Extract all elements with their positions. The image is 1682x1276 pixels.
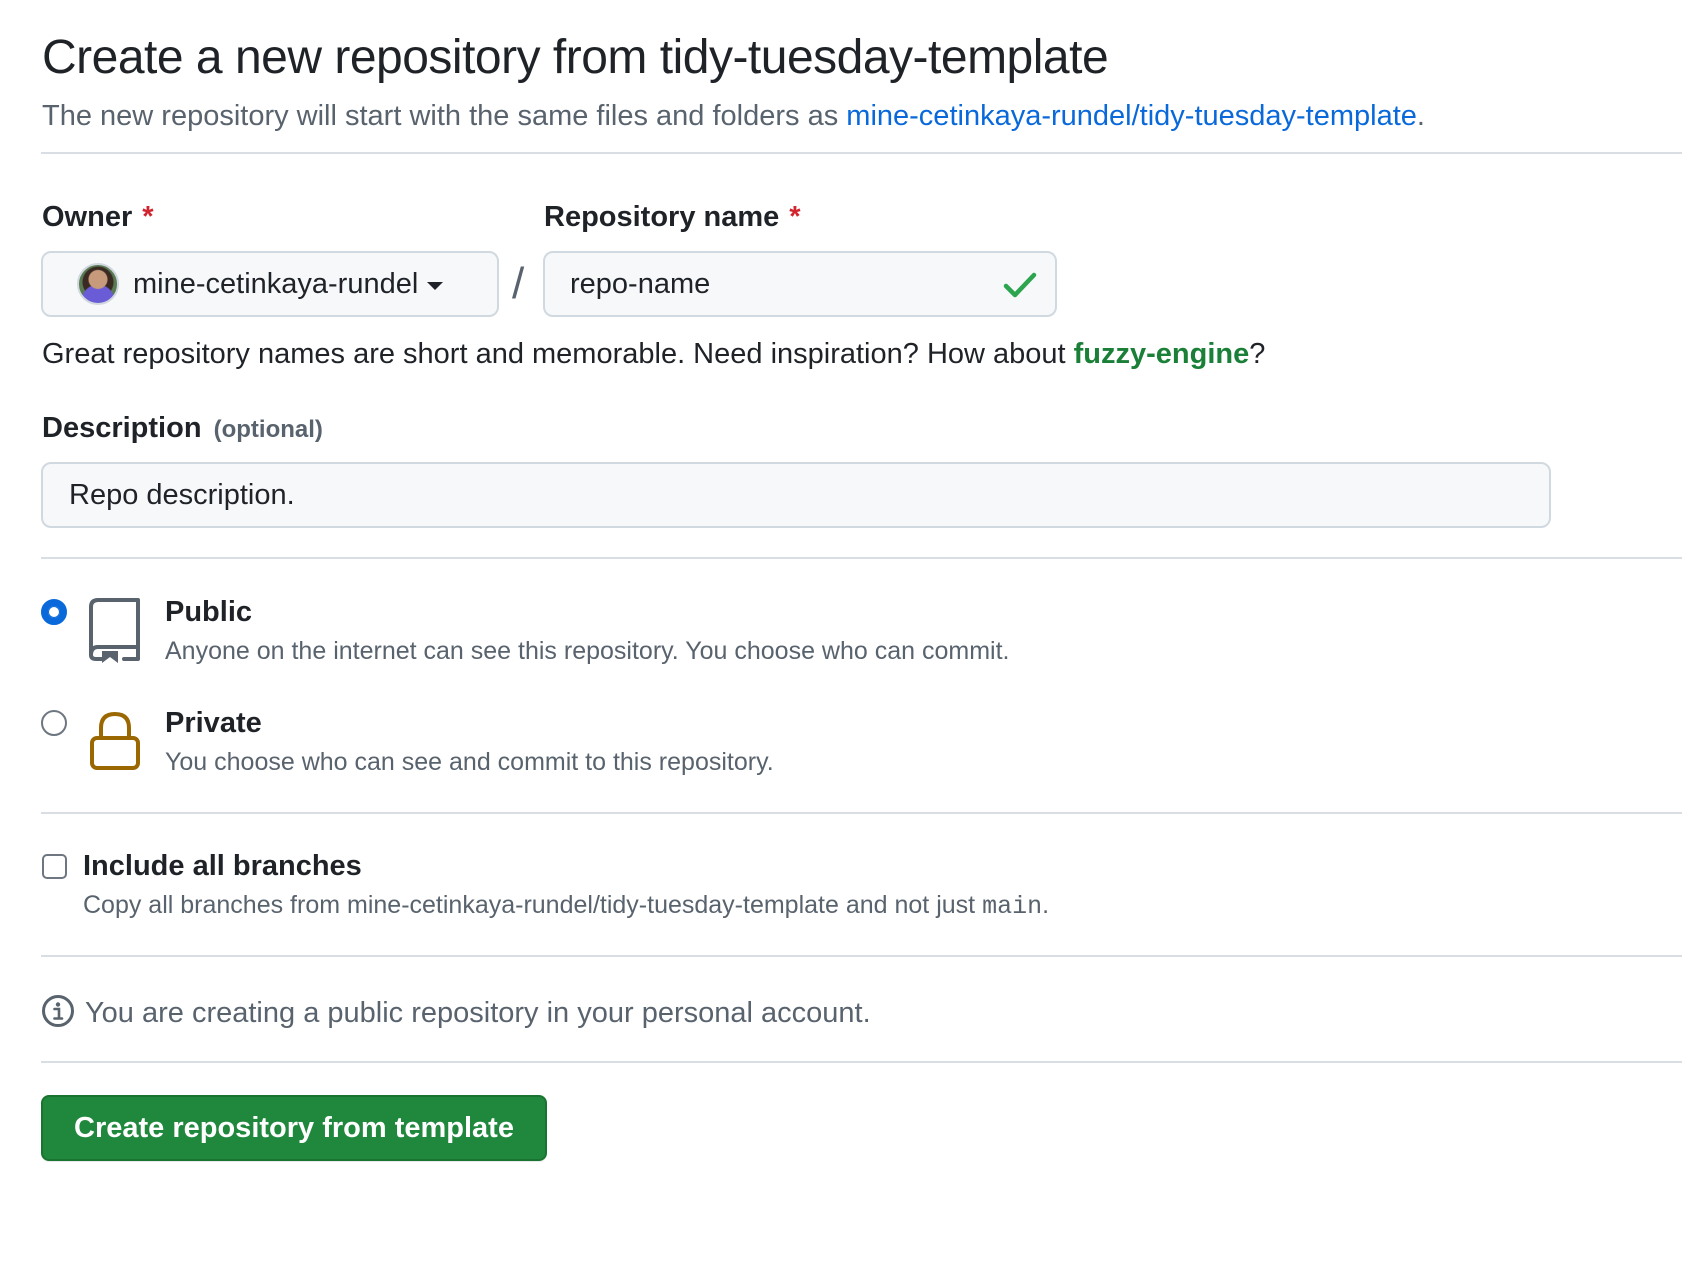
name-suggestion[interactable]: fuzzy-engine <box>1074 338 1250 370</box>
description-label: Description (optional) <box>42 412 323 445</box>
private-radio[interactable] <box>41 710 67 736</box>
owner-dropdown[interactable]: mine-cetinkaya-rundel <box>41 251 499 317</box>
repo-name-label-text: Repository name <box>544 201 780 233</box>
create-repository-button[interactable]: Create repository from template <box>41 1095 547 1161</box>
include-branches-description: Copy all branches from mine-cetinkaya-ru… <box>83 891 1049 921</box>
hint-suffix: ? <box>1249 338 1266 370</box>
divider <box>41 812 1682 814</box>
subtitle-text: The new repository will start with the s… <box>42 100 847 132</box>
page-subtitle: The new repository will start with the s… <box>42 100 1425 133</box>
branch-name: main <box>982 892 1043 921</box>
public-description: Anyone on the internet can see this repo… <box>165 637 1010 665</box>
chevron-down-icon <box>427 282 444 290</box>
divider <box>41 557 1682 559</box>
avatar <box>77 263 119 305</box>
private-title: Private <box>165 707 262 739</box>
private-description: You choose who can see and commit to thi… <box>165 748 774 776</box>
branches-description-suffix: . <box>1042 891 1050 919</box>
owner-value: mine-cetinkaya-rundel <box>133 267 419 300</box>
info-text: You are creating a public repository in … <box>85 997 871 1029</box>
repo-name-input[interactable] <box>543 251 1057 317</box>
required-marker: * <box>789 201 801 233</box>
description-label-text: Description <box>42 412 202 444</box>
create-repo-page: Create a new repository from tidy-tuesda… <box>0 0 1682 1276</box>
template-link[interactable]: mine-cetinkaya-rundel/tidy-tuesday-templ… <box>846 100 1417 132</box>
divider <box>41 955 1682 957</box>
hint-text: Great repository names are short and mem… <box>42 338 1074 370</box>
repo-icon <box>88 597 142 668</box>
owner-label: Owner * <box>42 201 154 234</box>
public-title: Public <box>165 596 253 628</box>
optional-tag: (optional) <box>213 416 323 443</box>
repo-name-label: Repository name * <box>544 201 801 234</box>
public-radio[interactable] <box>41 599 67 625</box>
include-branches-checkbox[interactable] <box>42 854 67 879</box>
divider <box>41 1061 1682 1063</box>
branches-description-text: Copy all branches from mine-cetinkaya-ru… <box>83 891 983 919</box>
required-marker: * <box>142 201 154 233</box>
info-icon <box>41 994 75 1033</box>
owner-name-separator: / <box>512 259 525 308</box>
subtitle-suffix: . <box>1416 100 1425 132</box>
divider <box>41 152 1682 154</box>
repo-name-hint: Great repository names are short and mem… <box>42 338 1265 371</box>
info-notice: You are creating a public repository in … <box>41 994 871 1033</box>
lock-icon <box>89 711 141 776</box>
owner-label-text: Owner <box>42 201 133 233</box>
include-branches-title: Include all branches <box>83 850 362 882</box>
page-title: Create a new repository from tidy-tuesda… <box>42 31 1109 84</box>
description-input[interactable] <box>41 462 1551 528</box>
check-icon <box>1003 270 1037 305</box>
